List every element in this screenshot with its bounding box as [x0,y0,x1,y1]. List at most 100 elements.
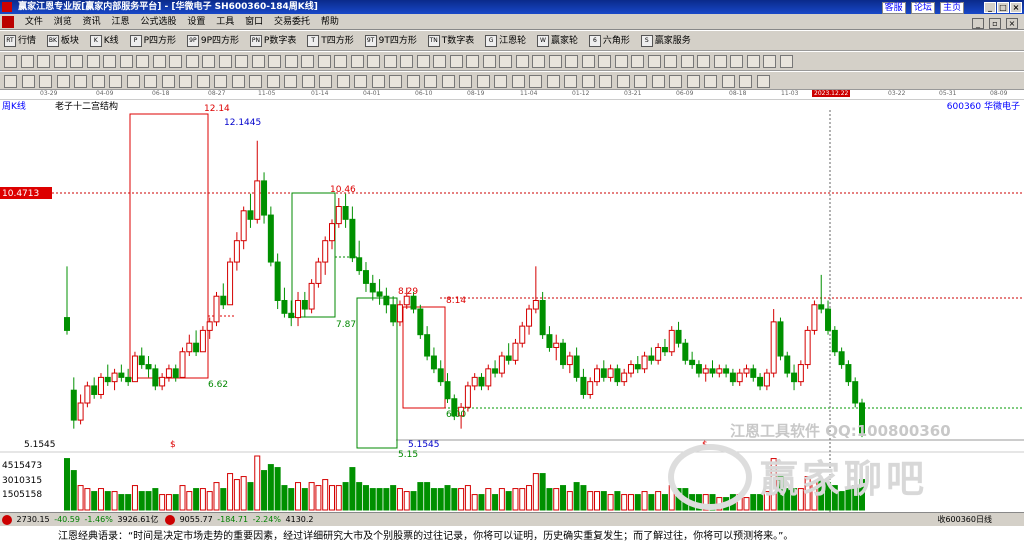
draw-tool-icon[interactable] [400,55,413,68]
link-home[interactable]: 主页 [939,2,964,14]
draw-tool-icon[interactable] [598,55,611,68]
draw-tool-icon[interactable] [383,55,397,68]
mdi-minimize-icon[interactable]: _ [972,18,984,29]
draw-tool-icon[interactable] [763,55,776,68]
draw-tool-icon[interactable] [581,55,595,68]
indicator-tool-icon[interactable] [756,75,770,88]
menu-info[interactable]: 资讯 [83,17,101,27]
draw-tool-icon[interactable] [730,55,743,68]
draw-tool-icon[interactable] [20,55,34,68]
draw-tool-icon[interactable] [565,55,578,68]
draw-tool-icon[interactable] [317,55,331,68]
draw-tool-icon[interactable] [169,55,182,68]
draw-tool-icon[interactable] [119,55,133,68]
indicator-tool-icon[interactable] [686,75,700,88]
draw-tool-icon[interactable] [350,55,364,68]
draw-tool-icon[interactable] [697,55,710,68]
draw-tool-icon[interactable] [86,55,100,68]
draw-tool-icon[interactable] [532,55,545,68]
menu-gann[interactable]: 江恩 [112,17,130,27]
maximize-icon[interactable]: □ [997,2,1009,13]
menu-file[interactable]: 文件 [25,17,43,27]
indicator-tool-icon[interactable] [371,75,385,88]
draw-tool-icon[interactable] [647,55,661,68]
link-support[interactable]: 客服 [881,2,906,14]
draw-tool-icon[interactable] [4,55,17,68]
indicator-tool-icon[interactable] [39,75,52,88]
menu-window[interactable]: 窗口 [245,17,263,27]
menu-settings[interactable]: 设置 [187,17,205,27]
indicator-tool-icon[interactable] [126,75,140,88]
draw-tool-icon[interactable] [53,55,67,68]
tool-kline[interactable]: K K线 [89,31,119,51]
indicator-tool-icon[interactable] [319,75,332,88]
indicator-tool-icon[interactable] [651,75,665,88]
indicator-tool-icon[interactable] [74,75,87,88]
minimize-icon[interactable]: _ [984,2,996,13]
draw-tool-icon[interactable] [185,55,199,68]
indicator-tool-icon[interactable] [266,75,280,88]
indicator-tool-icon[interactable] [406,75,420,88]
draw-tool-icon[interactable] [713,55,727,68]
mdi-close-icon[interactable]: × [1006,18,1018,29]
draw-tool-icon[interactable] [70,55,83,68]
draw-tool-icon[interactable] [202,55,215,68]
draw-tool-icon[interactable] [779,55,793,68]
draw-tool-icon[interactable] [334,55,347,68]
close-icon[interactable]: × [1010,2,1022,13]
draw-tool-icon[interactable] [466,55,479,68]
indicator-tool-icon[interactable] [581,75,595,88]
indicator-tool-icon[interactable] [599,75,612,88]
draw-tool-icon[interactable] [680,55,694,68]
draw-tool-icon[interactable] [746,55,760,68]
indicator-tool-icon[interactable] [91,75,105,88]
indicator-tool-icon[interactable] [4,75,17,88]
draw-tool-icon[interactable] [37,55,50,68]
indicator-tool-icon[interactable] [494,75,507,88]
indicator-tool-icon[interactable] [231,75,245,88]
tool-gann-wheel[interactable]: G 江恩轮 [485,31,526,51]
tool-service[interactable]: S 赢家服务 [640,31,691,51]
draw-tool-icon[interactable] [499,55,512,68]
mdi-restore-icon[interactable]: ▫ [989,18,1001,29]
draw-tool-icon[interactable] [367,55,380,68]
draw-tool-icon[interactable] [218,55,232,68]
indicator-tool-icon[interactable] [441,75,455,88]
indicator-tool-icon[interactable] [511,75,525,88]
indicator-tool-icon[interactable] [249,75,262,88]
indicator-tool-icon[interactable] [179,75,192,88]
menu-tools[interactable]: 工具 [216,17,234,27]
indicator-tool-icon[interactable] [704,75,717,88]
tool-quotes[interactable]: RT 行情 [4,31,36,51]
draw-tool-icon[interactable] [548,55,562,68]
indicator-tool-icon[interactable] [739,75,752,88]
draw-tool-icon[interactable] [136,55,149,68]
draw-tool-icon[interactable] [631,55,644,68]
indicator-tool-icon[interactable] [301,75,315,88]
tool-9p-square[interactable]: 9P 9P四方形 [186,31,239,51]
draw-tool-icon[interactable] [449,55,463,68]
draw-tool-icon[interactable] [664,55,677,68]
tool-p-square[interactable]: P P四方形 [129,31,176,51]
indicator-tool-icon[interactable] [669,75,682,88]
tool-t-square[interactable]: T T四方形 [307,31,354,51]
indicator-tool-icon[interactable] [564,75,577,88]
indicator-tool-icon[interactable] [284,75,297,88]
draw-tool-icon[interactable] [103,55,116,68]
draw-tool-icon[interactable] [482,55,496,68]
draw-tool-icon[interactable] [251,55,265,68]
indicator-tool-icon[interactable] [476,75,490,88]
draw-tool-icon[interactable] [235,55,248,68]
indicator-tool-icon[interactable] [529,75,542,88]
draw-tool-icon[interactable] [152,55,166,68]
draw-tool-icon[interactable] [284,55,298,68]
indicator-tool-icon[interactable] [459,75,472,88]
tool-hexagon[interactable]: 6 六角形 [588,31,630,51]
indicator-tool-icon[interactable] [161,75,175,88]
menu-trade[interactable]: 交易委托 [274,17,310,27]
indicator-tool-icon[interactable] [196,75,210,88]
menu-browse[interactable]: 浏览 [54,17,72,27]
indicator-tool-icon[interactable] [721,75,735,88]
indicator-tool-icon[interactable] [389,75,402,88]
draw-tool-icon[interactable] [416,55,430,68]
